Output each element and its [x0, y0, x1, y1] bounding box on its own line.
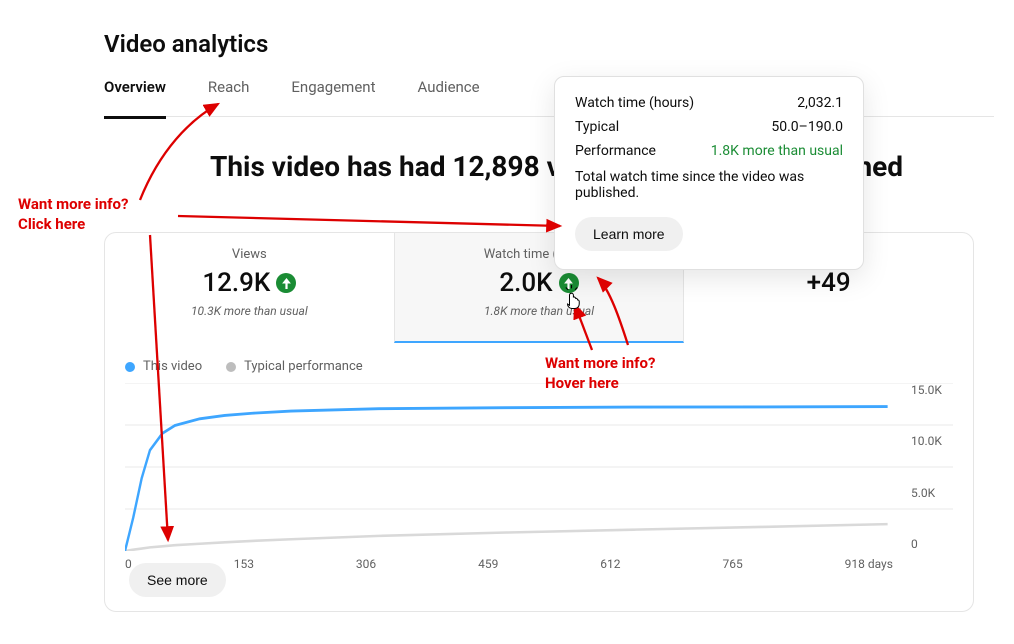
metric-sub: 10.3K more than usual — [105, 304, 394, 318]
metrics-card: Views 12.9K 10.3K more than usual Watch … — [104, 232, 974, 612]
xtick: 306 — [356, 557, 376, 571]
tooltip-typical-value: 50.0–190.0 — [771, 119, 843, 135]
page-title: Video analytics — [104, 30, 268, 58]
metric-label: Views — [105, 247, 394, 262]
xtick: 918 days — [845, 557, 893, 571]
metric-value: 12.9K — [202, 268, 296, 298]
legend-label: Typical performance — [244, 359, 363, 374]
metric-sub: 1.8K more than usual — [395, 304, 684, 318]
tab-engagement[interactable]: Engagement — [291, 78, 375, 106]
annotation-text: Want more info?Click here — [18, 195, 128, 233]
watch-time-tooltip: Watch time (hours) 2,032.1 Typical 50.0–… — [554, 76, 864, 270]
ytick: 5.0K — [911, 486, 961, 500]
xtick: 0 — [125, 557, 132, 571]
dot-icon — [226, 362, 236, 372]
tab-audience[interactable]: Audience — [417, 78, 479, 106]
pointer-cursor-icon — [562, 285, 582, 313]
tooltip-perf-label: Performance — [575, 143, 656, 159]
tooltip-value: 2,032.1 — [797, 95, 843, 111]
legend-this-video: This video — [125, 359, 202, 374]
tooltip-typical-label: Typical — [575, 119, 619, 135]
metric-views[interactable]: Views 12.9K 10.3K more than usual — [105, 233, 394, 343]
chart[interactable] — [125, 383, 953, 551]
arrow-up-icon — [276, 273, 296, 293]
metric-value-text: 2.0K — [499, 268, 552, 298]
learn-more-button[interactable]: Learn more — [575, 217, 683, 251]
metric-value: +49 — [807, 268, 851, 298]
tooltip-title: Watch time (hours) — [575, 95, 694, 111]
xtick: 765 — [722, 557, 742, 571]
chart-legend: This video Typical performance — [125, 359, 363, 374]
legend-label: This video — [143, 359, 202, 374]
tab-overview[interactable]: Overview — [104, 78, 166, 119]
tooltip-perf-value: 1.8K more than usual — [711, 143, 843, 159]
xtick: 612 — [600, 557, 620, 571]
tooltip-description: Total watch time since the video was pub… — [575, 169, 843, 201]
tab-reach[interactable]: Reach — [208, 78, 249, 106]
ytick: 10.0K — [911, 434, 961, 448]
see-more-button[interactable]: See more — [129, 563, 226, 597]
annotation-click-here: Want more info?Click here — [18, 195, 128, 234]
metric-value-text: 12.9K — [202, 268, 270, 298]
ytick: 0 — [911, 537, 961, 551]
dot-icon — [125, 362, 135, 372]
legend-typical: Typical performance — [226, 359, 363, 374]
xtick: 459 — [478, 557, 498, 571]
metric-value-text: +49 — [807, 268, 851, 298]
y-axis: 15.0K 10.0K 5.0K 0 — [911, 383, 961, 551]
x-axis: 0 153 306 459 612 765 918 days — [125, 557, 893, 571]
ytick: 15.0K — [911, 383, 961, 397]
xtick: 153 — [234, 557, 254, 571]
